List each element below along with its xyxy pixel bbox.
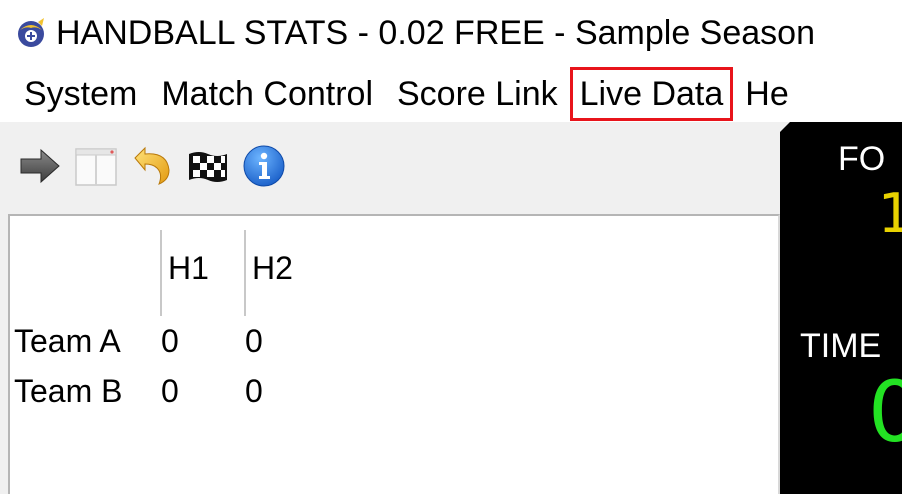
title-bar: HANDBALL STATS - 0.02 FREE - Sample Seas… bbox=[0, 0, 902, 66]
info-button[interactable] bbox=[236, 140, 292, 196]
time-label: TIME bbox=[800, 327, 882, 365]
menu-system[interactable]: System bbox=[0, 67, 149, 121]
arrow-right-icon bbox=[17, 146, 63, 191]
team-name: Team A bbox=[14, 322, 121, 359]
header-team bbox=[14, 230, 161, 316]
h2-score: 0 bbox=[245, 322, 263, 359]
h1-score: 0 bbox=[161, 322, 179, 359]
menu-score-link[interactable]: Score Link bbox=[385, 67, 570, 121]
scoreboard-corner bbox=[780, 122, 790, 132]
menu-match-control[interactable]: Match Control bbox=[149, 67, 385, 121]
fouls-value: 1 bbox=[878, 182, 902, 245]
stats-table: H1 H2 Team A 0 0 Team B 0 0 bbox=[14, 230, 312, 416]
menu-live-data[interactable]: Live Data bbox=[569, 67, 734, 121]
table-row: Team A 0 0 bbox=[14, 316, 312, 366]
finish-button[interactable] bbox=[180, 140, 236, 196]
scoreboard-panel: FO 1 TIME 0 bbox=[780, 122, 902, 494]
fouls-label: FO bbox=[838, 140, 886, 178]
h2-score: 0 bbox=[245, 372, 263, 409]
window-icon bbox=[73, 143, 119, 194]
layout-button[interactable] bbox=[68, 140, 124, 196]
menu-help[interactable]: He bbox=[733, 67, 800, 121]
time-value: 0 bbox=[868, 363, 902, 461]
table-header-row: H1 H2 bbox=[14, 230, 312, 316]
header-h1[interactable]: H1 bbox=[160, 230, 245, 316]
header-h2[interactable]: H2 bbox=[244, 230, 312, 316]
app-window: HANDBALL STATS - 0.02 FREE - Sample Seas… bbox=[0, 0, 902, 494]
team-name: Team B bbox=[14, 372, 123, 409]
undo-button[interactable] bbox=[124, 140, 180, 196]
window-title: HANDBALL STATS - 0.02 FREE - Sample Seas… bbox=[56, 13, 815, 52]
h1-score: 0 bbox=[161, 372, 179, 409]
toolbar bbox=[0, 122, 780, 214]
checkered-flag-icon bbox=[185, 146, 231, 191]
app-logo-icon bbox=[14, 16, 48, 50]
undo-icon bbox=[129, 144, 175, 193]
info-icon bbox=[241, 143, 287, 194]
menu-bar: System Match Control Score Link Live Dat… bbox=[0, 66, 902, 122]
stats-panel: H1 H2 Team A 0 0 Team B 0 0 bbox=[8, 214, 780, 494]
next-button[interactable] bbox=[12, 140, 68, 196]
table-row: Team B 0 0 bbox=[14, 366, 312, 416]
